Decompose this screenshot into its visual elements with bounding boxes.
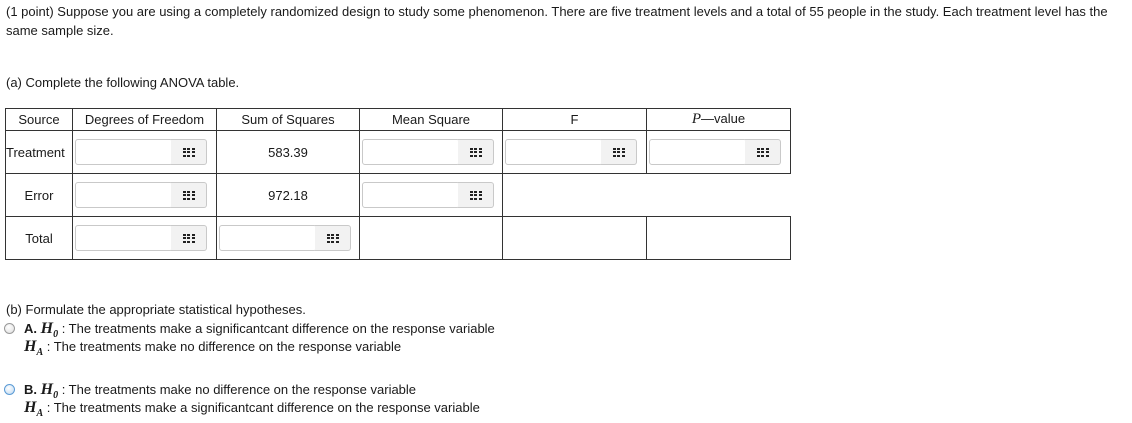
option-a-ha: HA : The treatments make no difference o…: [24, 338, 401, 362]
treatment-df-input[interactable]: [75, 139, 173, 165]
row-label-treatment: Treatment: [5, 130, 73, 174]
grid-icon: [612, 147, 625, 157]
option-b-letter: B.: [24, 382, 37, 397]
cell-error-df: [72, 173, 217, 217]
row-label-error: Error: [5, 173, 73, 217]
calculator-button[interactable]: [171, 225, 207, 251]
grid-icon: [182, 147, 195, 157]
grid-icon: [469, 190, 482, 200]
total-ss-input[interactable]: [219, 225, 317, 251]
option-a-radio[interactable]: [4, 323, 15, 334]
calculator-button[interactable]: [745, 139, 781, 165]
header-df: Degrees of Freedom: [72, 108, 217, 131]
option-b-ha: HA : The treatments make a significantca…: [24, 399, 480, 423]
header-ms: Mean Square: [359, 108, 503, 131]
cell-total-df: [72, 216, 217, 260]
problem-intro: (1 point) Suppose you are using a comple…: [6, 4, 1108, 38]
grid-icon: [182, 190, 195, 200]
treatment-pvalue-input[interactable]: [649, 139, 747, 165]
option-a-h0-text: : The treatments make a significantcant …: [58, 321, 495, 336]
option-b-ha-text: : The treatments make a significantcant …: [43, 400, 480, 415]
empty-cell: [502, 216, 647, 260]
calculator-button[interactable]: [171, 139, 207, 165]
cell-treatment-f: [502, 130, 647, 174]
calculator-button[interactable]: [458, 182, 494, 208]
treatment-ms-input[interactable]: [362, 139, 460, 165]
error-ms-input[interactable]: [362, 182, 460, 208]
error-df-input[interactable]: [75, 182, 173, 208]
anova-table: Source Degrees of Freedom Sum of Squares…: [5, 108, 791, 260]
option-b-h0-text: : The treatments make no difference on t…: [58, 382, 417, 397]
cell-treatment-df: [72, 130, 217, 174]
calculator-button[interactable]: [171, 182, 207, 208]
header-pvalue: P—value: [646, 108, 791, 131]
part-b-prompt: (b) Formulate the appropriate statistica…: [6, 302, 306, 317]
grid-icon: [469, 147, 482, 157]
option-a-letter: A.: [24, 321, 37, 336]
table-row-total: Total: [5, 216, 791, 260]
cell-total-ss: [216, 216, 360, 260]
cell-treatment-pvalue: [646, 130, 791, 174]
empty-cell: [359, 216, 503, 260]
treatment-ss-value: 583.39: [216, 130, 360, 174]
grid-icon: [182, 233, 195, 243]
anova-header-row: Source Degrees of Freedom Sum of Squares…: [5, 108, 791, 131]
empty-cell: [646, 216, 791, 260]
row-label-total: Total: [5, 216, 73, 260]
cell-error-ms: [359, 173, 503, 217]
total-df-input[interactable]: [75, 225, 173, 251]
table-row-treatment: Treatment 583.39: [5, 130, 791, 174]
grid-icon: [756, 147, 769, 157]
p-label: —value: [701, 111, 746, 126]
p-symbol: P: [691, 111, 702, 127]
part-a-prompt: (a) Complete the following ANOVA table.: [6, 75, 240, 90]
cell-treatment-ms: [359, 130, 503, 174]
calculator-button[interactable]: [601, 139, 637, 165]
error-ss-value: 972.18: [216, 173, 360, 217]
table-row-error: Error 972.18: [5, 173, 791, 217]
header-ss: Sum of Squares: [216, 108, 360, 131]
ha-symbol: HA: [24, 399, 44, 420]
h0-symbol: H0: [40, 320, 59, 341]
option-a-ha-text: : The treatments make no difference on t…: [43, 339, 402, 354]
calculator-button[interactable]: [458, 139, 494, 165]
header-f: F: [502, 108, 647, 131]
option-b-radio[interactable]: [4, 384, 15, 395]
calculator-button[interactable]: [315, 225, 351, 251]
empty-cell: [503, 174, 791, 217]
header-source: Source: [5, 108, 73, 131]
ha-symbol: HA: [24, 338, 44, 359]
grid-icon: [326, 233, 339, 243]
h0-symbol: H0: [40, 381, 59, 402]
treatment-f-input[interactable]: [505, 139, 603, 165]
